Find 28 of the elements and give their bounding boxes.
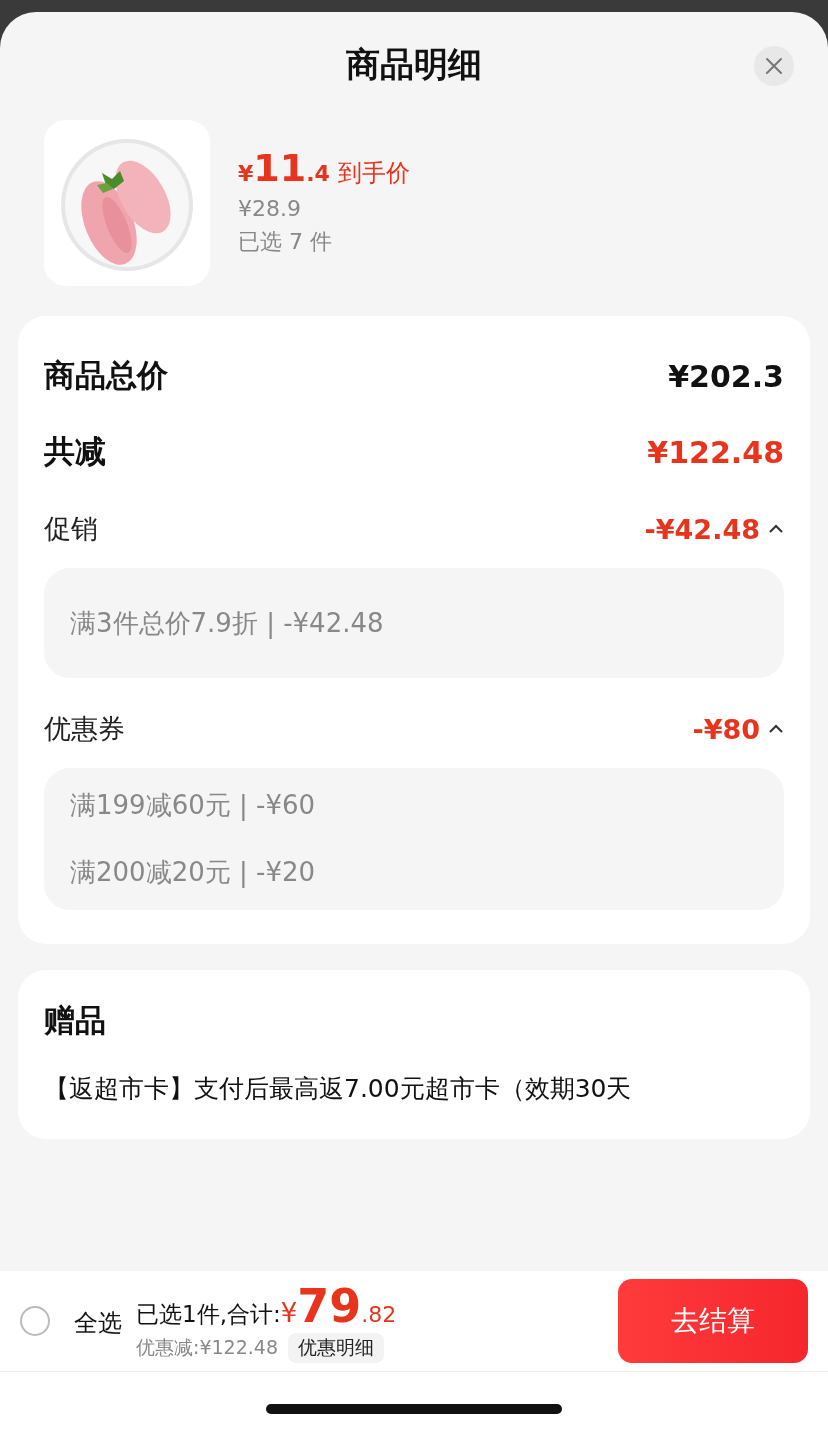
close-button[interactable] — [754, 46, 794, 86]
original-price: ¥28.9 — [238, 196, 302, 221]
gift-title: 赠品 — [44, 1001, 107, 1040]
select-all-radio[interactable] — [20, 1306, 50, 1336]
total-label: 商品总价 — [44, 356, 168, 395]
price: ¥11.4 — [238, 146, 330, 190]
close-icon — [765, 57, 783, 75]
price-label: 到手价 — [337, 158, 410, 189]
discount-details-button[interactable]: 优惠明细 — [288, 1333, 384, 1363]
section-label: 促销 — [44, 512, 98, 546]
section-label: 优惠券 — [44, 712, 125, 746]
checkout-button[interactable]: 去结算 — [618, 1279, 808, 1363]
chevron-icon[interactable] — [768, 524, 784, 534]
sheet-title: 商品明细 — [346, 43, 482, 86]
select-all-label[interactable]: 全选 — [74, 1303, 122, 1339]
reduction-value: ¥122.48 — [647, 434, 784, 470]
chevron-icon[interactable] — [768, 724, 784, 734]
section-amount: -¥42.48 — [644, 513, 760, 545]
discount-detail: 满3件总价7.9折 | -¥42.48 — [70, 606, 385, 641]
gift-description: 【返超市卡】支付后最高返7.00元超市卡（效期30天 — [44, 1073, 633, 1105]
order-total: 已选1件,合计:¥79.82 — [136, 1279, 398, 1333]
discount-detail: 满200减20元 | -¥20 — [70, 856, 316, 890]
reduction-label: 共减 — [44, 432, 106, 471]
discount-detail: 满199减60元 | -¥60 — [70, 789, 316, 823]
total-value: ¥202.3 — [668, 358, 784, 394]
selected-count: 已选 7 件 — [238, 228, 333, 256]
section-amount: -¥80 — [692, 713, 760, 745]
discount-total: 优惠减:¥122.48 — [136, 1335, 278, 1360]
